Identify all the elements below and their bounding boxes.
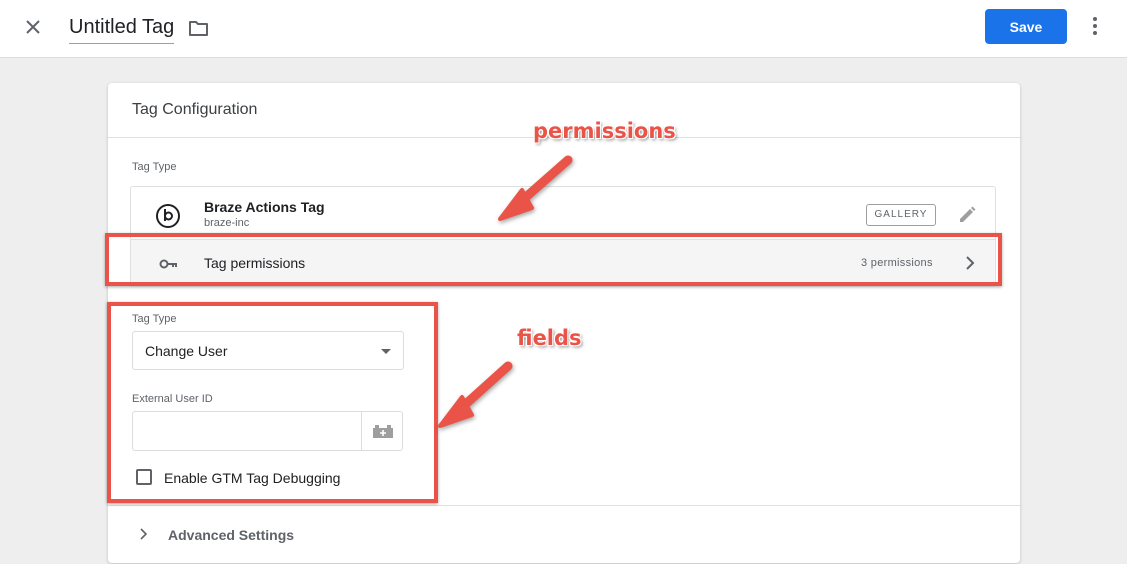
- permissions-arrow: [498, 155, 573, 221]
- fields-annotation-label: fields: [517, 326, 582, 350]
- fields-arrow: [438, 361, 513, 428]
- permissions-annotation-label: permissions: [533, 119, 676, 143]
- annotation-arrows: [438, 155, 573, 428]
